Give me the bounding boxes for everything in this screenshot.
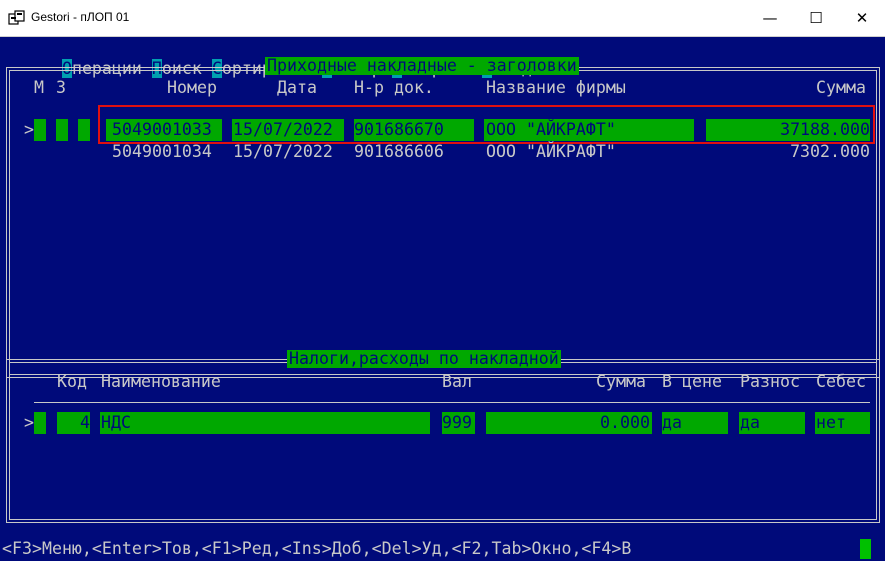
col-header-number[interactable]: Номер bbox=[167, 77, 217, 99]
col-header-cost[interactable]: Себес bbox=[816, 371, 866, 393]
app-window: Gestori - пЛОП 01 — ☐ ✕ Операции Поиск С… bbox=[0, 0, 885, 561]
cell-firm: ООО "АЙКРАФТ" bbox=[486, 142, 616, 161]
text-cursor bbox=[860, 539, 871, 559]
col-header-currency[interactable]: Вал bbox=[442, 371, 472, 393]
invoices-panel-title: Приходные накладные - заголовки bbox=[265, 56, 579, 75]
taxes-panel-title: Налоги,расходы по накладной bbox=[287, 349, 561, 368]
cell-number: 5049001034 bbox=[112, 142, 212, 161]
status-bar: <F3>Меню,<Enter>Тов,<F1>Ред,<Ins>Доб,<De… bbox=[2, 539, 632, 558]
row-mark-extra[interactable] bbox=[78, 119, 90, 141]
row-pointer: > bbox=[24, 120, 34, 139]
col-header-tax-sum[interactable]: Сумма bbox=[596, 371, 646, 393]
cell-code: 4 bbox=[80, 413, 90, 432]
cell-bg-name bbox=[100, 412, 430, 434]
row-mark-z[interactable] bbox=[56, 119, 68, 141]
cell-sum: 7302.000 bbox=[790, 142, 870, 161]
cell-in-price: да bbox=[662, 413, 682, 432]
col-header-z: З bbox=[56, 78, 66, 97]
cell-cost: нет bbox=[816, 413, 846, 432]
col-header-sum[interactable]: Сумма bbox=[816, 77, 866, 99]
row-pointer: > bbox=[24, 413, 34, 432]
window-title: Gestori - пЛОП 01 bbox=[31, 10, 130, 24]
row-mark[interactable] bbox=[34, 412, 46, 434]
terminal-area: Операции Поиск Сортировка Фильтр Контрол… bbox=[0, 36, 885, 561]
col-header-code[interactable]: Код bbox=[57, 371, 87, 393]
col-header-doc-no[interactable]: Н-р док. bbox=[354, 77, 434, 99]
cell-date: 15/07/2022 bbox=[233, 142, 333, 161]
maximize-button[interactable]: ☐ bbox=[793, 0, 839, 36]
cell-currency: 999 bbox=[442, 413, 472, 432]
col-header-m: М bbox=[34, 78, 44, 97]
close-button[interactable]: ✕ bbox=[839, 0, 885, 36]
cell-doc-no: 901686606 bbox=[354, 142, 444, 161]
cell-tax-sum: 0.000 bbox=[600, 413, 650, 432]
row-mark-m[interactable] bbox=[34, 119, 46, 141]
col-header-name[interactable]: Наименование bbox=[101, 371, 221, 393]
col-header-distrib[interactable]: Разнос bbox=[740, 371, 800, 393]
cell-distrib: да bbox=[740, 413, 760, 432]
title-bar: Gestori - пЛОП 01 — ☐ ✕ bbox=[0, 0, 885, 37]
menu-bar: Операции Поиск Сортировка Фильтр Контрол… bbox=[2, 36, 532, 78]
cell-name: НДС bbox=[101, 413, 131, 432]
col-header-in-price[interactable]: В цене bbox=[662, 371, 722, 393]
col-header-date[interactable]: Дата bbox=[277, 77, 317, 99]
col-header-firm[interactable]: Название фирмы bbox=[486, 77, 626, 99]
taxes-header-divider bbox=[34, 402, 870, 403]
selection-highlight bbox=[98, 105, 875, 144]
app-icon bbox=[8, 10, 25, 25]
minimize-button[interactable]: — bbox=[747, 0, 793, 36]
